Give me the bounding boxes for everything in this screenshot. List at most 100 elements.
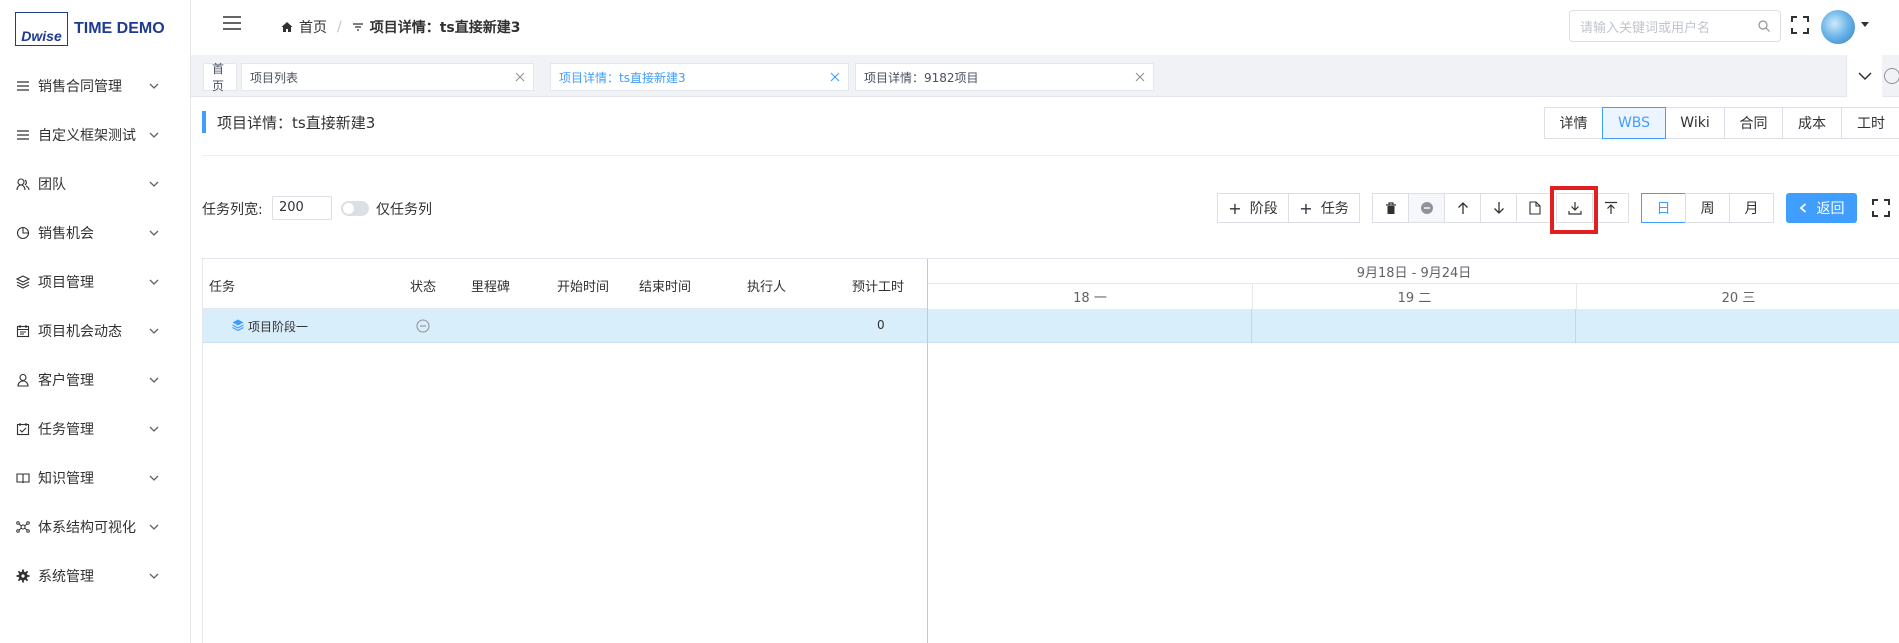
logo[interactable]: Dwise TIME DEMO [15,12,165,46]
layers-icon [16,274,30,289]
chevron-down-icon [149,524,159,530]
sidebar-item-project-management[interactable]: 项目管理 [0,257,190,306]
close-icon[interactable] [830,72,840,82]
sidebar-item-label: 任务管理 [38,421,94,438]
pie-chart-icon [16,226,30,240]
tabs-dropdown-button[interactable] [1846,55,1882,97]
sidebar-item-label: 团队 [38,176,66,193]
tab-label: 项目详情：ts直接新建3 [559,70,686,85]
list-icon [16,128,30,142]
sidebar-item-label: 客户管理 [38,372,94,389]
column-width-input[interactable]: 200 [272,196,332,220]
column-status[interactable]: 状态 [410,276,436,295]
grid-timeline-splitter[interactable] [927,259,928,643]
chevron-down-icon [149,230,159,236]
caret-down-icon[interactable] [1861,20,1869,28]
filter-list-icon [352,23,363,31]
tab-hours[interactable]: 工时 [1841,107,1899,139]
document-button[interactable] [1516,193,1553,223]
chevron-down-icon [1857,72,1872,81]
breadcrumb-separator: / [337,19,342,35]
tab-label: 项目列表 [250,70,299,85]
arrow-up-icon [1457,202,1468,214]
move-up-button[interactable] [1444,193,1481,223]
row-task-name[interactable]: 项目阶段一 [248,318,308,335]
page-title: 项目详情：ts直接新建3 [202,111,375,133]
add-task-label: 任务 [1320,201,1349,217]
sidebar-item-team[interactable]: 团队 [0,159,190,208]
column-milestone[interactable]: 里程碑 [471,276,510,295]
avatar[interactable] [1821,10,1855,44]
column-end[interactable]: 结束时间 [639,276,691,295]
column-task[interactable]: 任务 [209,276,235,295]
tab-label: 项目详情：9182项目 [864,70,979,85]
chevron-down-icon [149,573,159,579]
chevron-down-icon [149,132,159,138]
tab-home[interactable]: 首页 [203,62,237,93]
close-all-tabs-icon[interactable] [1884,68,1899,84]
column-assignee[interactable]: 执行人 [747,276,786,295]
sidebar-item-system-management[interactable]: 系统管理 [0,551,190,600]
column-width-label: 任务列宽: [202,202,263,218]
timeline-day: 20 三 [1576,284,1899,309]
sidebar-item-task-management[interactable]: 任务管理 [0,404,190,453]
column-hours[interactable]: 预计工时 [852,276,904,295]
chevron-down-icon [149,475,159,481]
gear-icon [16,569,30,583]
scale-week-button[interactable]: 周 [1685,193,1730,223]
move-down-button[interactable] [1480,193,1517,223]
tab-cost[interactable]: 成本 [1782,107,1842,139]
tab-project-detail-ts3[interactable]: 项目详情：ts直接新建3 [550,63,849,91]
back-button[interactable]: 返回 [1786,193,1857,223]
top-header: 首页 / 项目详情：ts直接新建3 请输入关键词或用户名 [191,0,1899,55]
pin-top-icon [1604,201,1617,214]
chevron-down-icon [149,377,159,383]
sidebar-item-custom-framework[interactable]: 自定义框架测试 [0,110,190,159]
tab-contract[interactable]: 合同 [1724,107,1783,139]
sidebar-item-label: 体系结构可视化 [38,519,136,536]
close-icon[interactable] [515,72,525,82]
layers-icon [232,319,244,331]
timeline-day: 18 一 [1073,291,1107,306]
add-task-button[interactable]: + 任务 [1288,193,1360,223]
table-row[interactable]: 项目阶段一 0 [203,309,1899,343]
chevron-down-icon [149,328,159,334]
app-root: Dwise TIME DEMO 销售合同管理 自定义框架测试 团队 销售机会 项… [0,0,1899,643]
sidebar-item-sales-contract[interactable]: 销售合同管理 [0,61,190,110]
sidebar-item-sales-opportunity[interactable]: 销售机会 [0,208,190,257]
scale-month-button[interactable]: 月 [1729,193,1774,223]
breadcrumb-home[interactable]: 首页 [299,17,327,37]
status-button[interactable] [1408,193,1445,223]
home-icon [281,22,293,32]
grid-header: 任务 状态 里程碑 开始时间 结束时间 执行人 预计工时 [203,259,927,309]
tab-details[interactable]: 详情 [1544,107,1603,139]
sidebar-item-label: 销售合同管理 [38,78,122,95]
team-icon [16,177,30,191]
user-icon [16,373,30,387]
chevron-down-icon [149,279,159,285]
search-input[interactable]: 请输入关键词或用户名 [1569,10,1781,42]
column-start[interactable]: 开始时间 [557,276,609,295]
fullscreen-icon[interactable] [1872,199,1890,217]
only-task-toggle[interactable] [341,201,369,216]
sidebar-item-knowledge-management[interactable]: 知识管理 [0,453,190,502]
sidebar-item-label: 项目管理 [38,274,94,291]
tab-wiki[interactable]: Wiki [1665,107,1725,139]
sidebar-item-customer-management[interactable]: 客户管理 [0,355,190,404]
tab-wbs[interactable]: WBS [1602,107,1666,139]
search-icon[interactable] [1758,20,1770,32]
tab-project-list[interactable]: 项目列表 [241,63,534,91]
fullscreen-icon[interactable] [1791,16,1809,34]
sidebar-item-architecture-visualization[interactable]: 体系结构可视化 [0,502,190,551]
chevron-left-icon [1799,203,1806,213]
plus-icon: + [1228,198,1242,218]
arrow-down-icon [1493,202,1504,214]
sidebar-item-label: 销售机会 [38,225,94,242]
delete-button[interactable] [1372,193,1409,223]
add-stage-button[interactable]: + 阶段 [1217,193,1289,223]
hamburger-menu-icon[interactable] [223,16,241,30]
scale-day-button[interactable]: 日 [1641,193,1686,223]
tab-project-detail-9182[interactable]: 项目详情：9182项目 [855,63,1154,91]
close-icon[interactable] [1135,72,1145,82]
sidebar-item-project-opportunity-activity[interactable]: 项目机会动态 [0,306,190,355]
